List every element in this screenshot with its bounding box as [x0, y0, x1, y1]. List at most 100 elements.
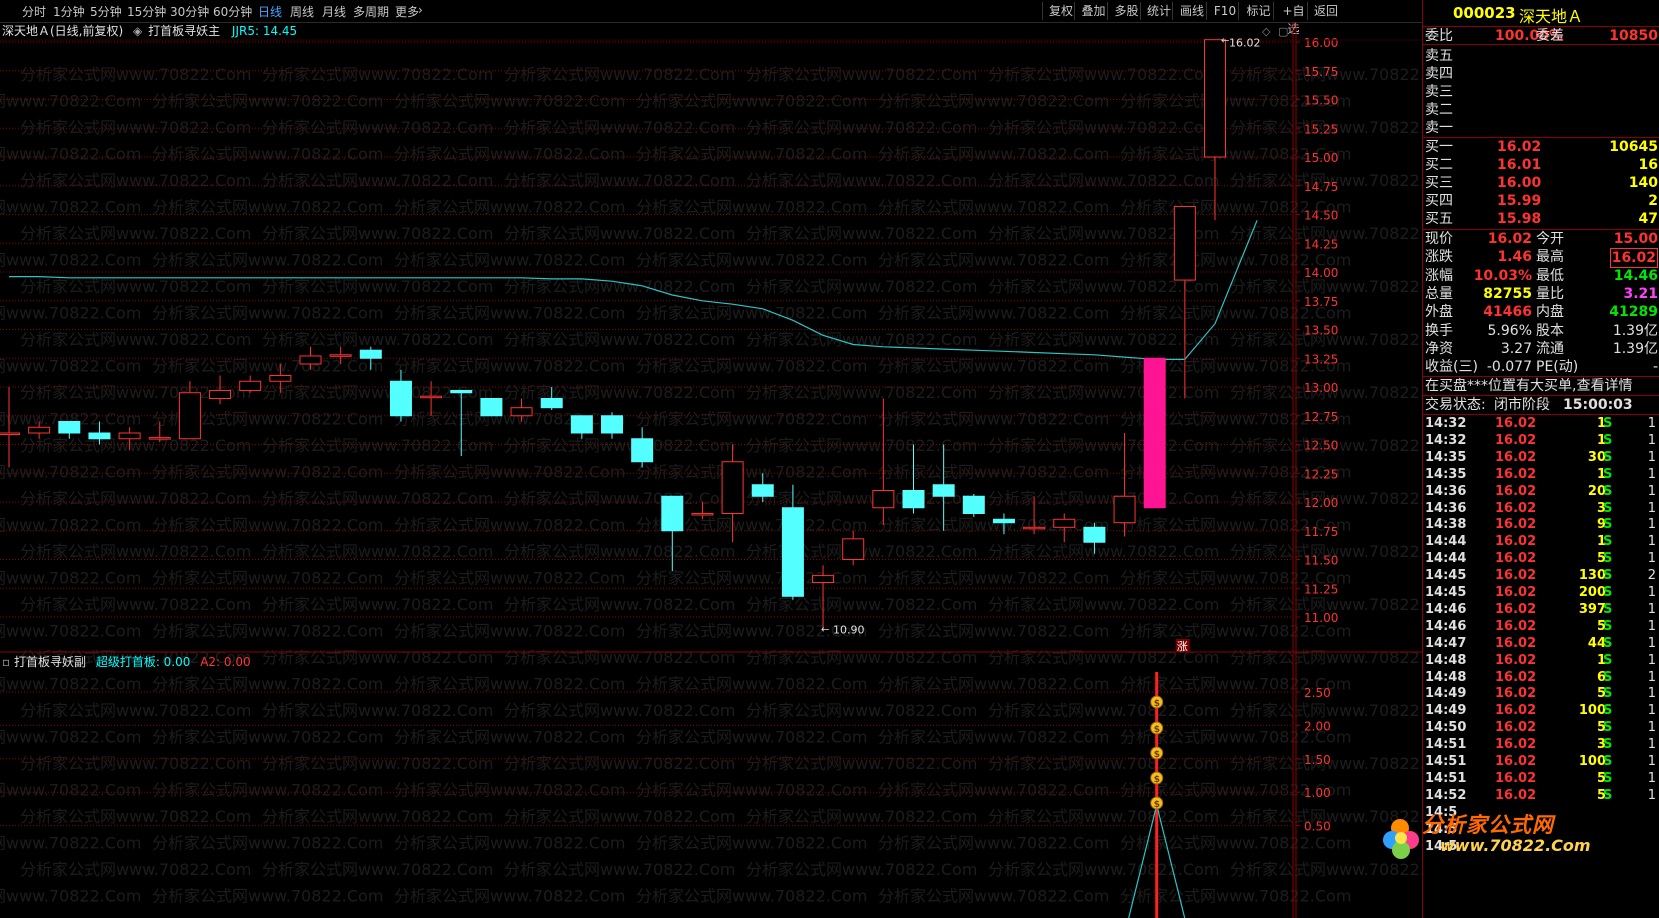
watermark-text: 分析家公式网www.70822.Com	[262, 489, 493, 508]
stat-label: 总量	[1425, 285, 1453, 302]
tick-price: 16.02	[1495, 416, 1537, 431]
tick-time: 14:48	[1425, 652, 1467, 668]
watermark-text: 分析家公式网www.70822.Com	[394, 516, 625, 535]
buy-row: 买一 16.02 10645	[1425, 138, 1658, 156]
y-tick-label: 11.25	[1304, 582, 1338, 596]
watermark-text: 分析家公式网www.70822.Com	[746, 595, 977, 614]
tick-row: 14:32 16.02 1 S 1	[1425, 432, 1658, 449]
stat-row: 净资 3.27 流通 1.39亿	[1425, 340, 1658, 358]
tick-time: 14:46	[1425, 601, 1467, 617]
weicha-value: 10850	[1609, 28, 1658, 44]
watermark-text: 分析家公式网www.70822.Com	[878, 357, 1109, 376]
stat-value-2: 1.39亿	[1612, 322, 1658, 339]
tick-price: 16.02	[1495, 500, 1537, 516]
big-order-notice[interactable]: 在买盘***位置有大买单,查看详情	[1425, 377, 1632, 395]
watermark-text: 分析家公式网www.70822.Com	[20, 65, 251, 84]
watermark-text: 分析家公式网www.70822.Com	[636, 410, 867, 429]
candle-body-up	[1053, 518, 1076, 528]
diamond-icon[interactable]: ◇	[1262, 25, 1271, 38]
stat-value: 5.96%	[1487, 322, 1532, 339]
y-tick-label: 15.50	[1304, 94, 1338, 108]
watermark-text: 分析家公式网www.70822.Com	[394, 834, 625, 853]
watermark-text: 分析家公式网www.70822.Com	[878, 92, 1109, 111]
weicha-label: 委差	[1536, 28, 1564, 44]
tick-row: 14:46 16.02 397 S 1	[1425, 601, 1658, 618]
tick-price: 16.02	[1495, 517, 1537, 533]
watermark-text: 分析家公式网www.70822.Com	[20, 330, 251, 349]
watermark-text: 分析家公式网www.70822.Com	[0, 198, 141, 217]
tick-row: 14:38 16.02 9 S 1	[1425, 516, 1658, 533]
tick-price: 16.02	[1495, 652, 1537, 668]
tick-price: 16.02	[1495, 568, 1537, 584]
watermark-text: 分析家公式网www.70822.Com	[262, 330, 493, 349]
tick-row: 14:51 16.02 5 S 1	[1425, 770, 1658, 787]
watermark-text: 分析家公式网www.70822.Com	[988, 171, 1219, 190]
tick-price: 16.02	[1495, 618, 1537, 634]
watermark-text: 分析家公式网www.70822.Com	[636, 675, 867, 694]
watermark-text: 分析家公式网www.70822.Com	[262, 595, 493, 614]
stat-row: 现价 16.02 今开 15.00	[1425, 230, 1658, 248]
stat-label-2: 股本	[1536, 322, 1564, 339]
watermark-text: 分析家公式网www.70822.Com	[746, 648, 977, 667]
y-tick-label: 14.25	[1304, 237, 1338, 251]
tick-row: 14:49 16.02 5 S 1	[1425, 685, 1658, 702]
watermark-text: 分析家公式网www.70822.Com	[20, 807, 251, 826]
tick-count: 1	[1647, 466, 1656, 482]
buy-price: 15.98	[1497, 211, 1542, 227]
watermark-text: 分析家公式网www.70822.Com	[988, 754, 1219, 773]
coin-symbol-icon: $	[1154, 725, 1160, 735]
watermark-text: 分析家公式网www.70822.Com	[878, 145, 1109, 164]
watermark-text: 分析家公式网www.70822.Com	[746, 118, 977, 137]
tick-count: 1	[1647, 652, 1656, 668]
watermark-text: 分析家公式网www.70822.Com	[878, 834, 1109, 853]
watermark-text: 分析家公式网www.70822.Com	[504, 595, 735, 614]
tick-side: S	[1603, 500, 1613, 516]
notice-row[interactable]: 在买盘***位置有大买单,查看详情	[1425, 377, 1658, 395]
watermark-text: 分析家公式网www.70822.Com	[262, 807, 493, 826]
watermark-text: 分析家公式网www.70822.Com	[636, 781, 867, 800]
stat-row: 总量 82755 量比 3.21	[1425, 285, 1658, 303]
buy-volume: 47	[1638, 211, 1658, 227]
watermark-text: 分析家公式网www.70822.Com	[152, 92, 383, 111]
tick-count: 1	[1647, 720, 1656, 736]
sub-dot-icon[interactable]: ▫	[2, 655, 10, 669]
stock-code: 000023	[1453, 4, 1516, 22]
watermark-text: 分析家公式网www.70822.Com	[394, 251, 625, 270]
buy-price: 16.02	[1497, 139, 1542, 155]
tick-time: 14:51	[1425, 754, 1467, 769]
watermark-text: 分析家公式网www.70822.Com	[262, 118, 493, 137]
candle-body-down	[570, 415, 593, 434]
watermark-text: 分析家公式网www.70822.Com	[262, 224, 493, 243]
stat-label-2: 量比	[1536, 285, 1564, 302]
tick-count: 1	[1647, 635, 1656, 651]
square-icon[interactable]: ▢	[1278, 25, 1288, 38]
candle-body-up	[1113, 495, 1136, 524]
stat-row: 外盘 41466 内盘 41289	[1425, 303, 1658, 321]
watermark-text: 分析家公式网www.70822.Com	[0, 92, 141, 111]
sell-label: 卖四	[1425, 66, 1453, 82]
watermark-text: 分析家公式网www.70822.Com	[504, 701, 735, 720]
y-tick-label: 12.00	[1304, 496, 1338, 510]
tick-side: S	[1603, 652, 1613, 668]
zhang-marker-text: 涨	[1177, 640, 1188, 653]
watermark-text: 分析家公式网www.70822.Com	[636, 251, 867, 270]
tick-count: 1	[1647, 483, 1656, 499]
candle-body-up	[510, 407, 533, 417]
tick-price: 16.02	[1495, 669, 1537, 685]
candle-body-up	[721, 461, 744, 514]
tick-count: 1	[1647, 754, 1656, 769]
watermark-text: 分析家公式网www.70822.Com	[878, 675, 1109, 694]
watermark-text: 分析家公式网www.70822.Com	[988, 807, 1219, 826]
buy-label: 买一	[1425, 139, 1453, 155]
tick-side: S	[1603, 416, 1613, 431]
stat-label: 换手	[1425, 322, 1453, 339]
watermark-text: 分析家公式网www.70822.Com	[746, 701, 977, 720]
candle-body-down	[88, 432, 111, 440]
tick-row: 14:50 16.02 5 S 1	[1425, 719, 1658, 736]
watermark-grid: 分析家公式网www.70822.Com 分析家公式网www.70822.Com 分析…	[0, 65, 1422, 906]
panel-title: 000023 深天地Ａ	[1423, 0, 1659, 27]
watermark-text: 分析家公式网www.70822.Com	[504, 489, 735, 508]
sub-indicator-name[interactable]: 打首板寻妖副	[14, 655, 86, 669]
stat-label-2: 今开	[1536, 231, 1564, 247]
candlestick-chart[interactable]: 分析家公式网www.70822.Com 分析家公式网www.70822.Com 分析…	[0, 0, 1422, 918]
